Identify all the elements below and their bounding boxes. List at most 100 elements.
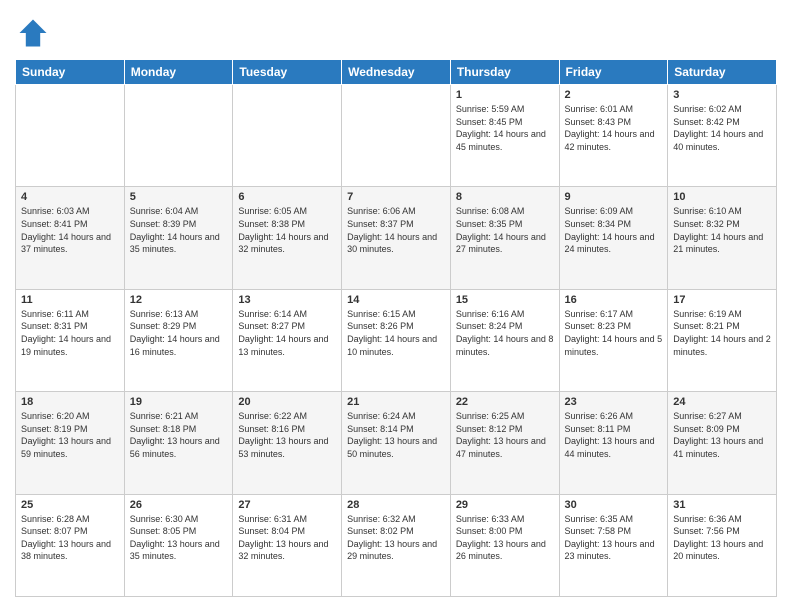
day-number: 17 (673, 294, 771, 306)
day-number: 15 (456, 294, 554, 306)
day-number: 2 (565, 89, 663, 101)
calendar-cell-19: 19Sunrise: 6:21 AM Sunset: 8:18 PM Dayli… (124, 392, 233, 494)
calendar-cell-13: 13Sunrise: 6:14 AM Sunset: 8:27 PM Dayli… (233, 289, 342, 391)
cell-content: Sunrise: 5:59 AM Sunset: 8:45 PM Dayligh… (456, 103, 554, 153)
calendar-cell-30: 30 Sunrise: 6:35 AM Sunset: 7:58 PM Dayli… (559, 494, 668, 596)
calendar-body: 1 Sunrise: 5:59 AM Sunset: 8:45 PM Daylig… (16, 85, 777, 597)
calendar-cell-10: 10 Sunrise: 6:10 AM Sunset: 8:32 PM Dayli… (668, 187, 777, 289)
day-number: 22 (456, 396, 554, 408)
calendar-cell-3: 3Sunrise: 6:02 AM Sunset: 8:42 PM Daylig… (668, 85, 777, 187)
header (15, 15, 777, 51)
calendar-cell-empty (233, 85, 342, 187)
day-number: 10 (673, 191, 771, 203)
cell-content: Sunrise: 6:28 AM Sunset: 8:07 PM Dayligh… (21, 513, 119, 563)
calendar-cell-26: 26 Sunrise: 6:30 AM Sunset: 8:05 PM Dayli… (124, 494, 233, 596)
calendar-cell-11: 11 Sunrise: 6:11 AM Sunset: 8:31 PM Dayli… (16, 289, 125, 391)
calendar-cell-empty (124, 85, 233, 187)
week-row-3: 18 Sunrise: 6:20 AM Sunset: 8:19 PM Dayli… (16, 392, 777, 494)
cell-content: Sunrise: 6:11 AM Sunset: 8:31 PM Dayligh… (21, 308, 119, 358)
calendar-cell-12: 12 Sunrise: 6:13 AM Sunset: 8:29 PM Dayli… (124, 289, 233, 391)
header-day-monday: Monday (124, 60, 233, 85)
calendar-cell-15: 15 Sunrise: 6:16 AM Sunset: 8:24 PM Dayli… (450, 289, 559, 391)
header-day-saturday: Saturday (668, 60, 777, 85)
calendar-cell-7: 7Sunrise: 6:06 AM Sunset: 8:37 PM Daylig… (342, 187, 451, 289)
cell-content: Sunrise: 6:31 AM Sunset: 8:04 PM Dayligh… (238, 513, 336, 563)
calendar-cell-21: 21 Sunrise: 6:24 AM Sunset: 8:14 PM Dayli… (342, 392, 451, 494)
calendar-cell-17: 17 Sunrise: 6:19 AM Sunset: 8:21 PM Dayli… (668, 289, 777, 391)
calendar-cell-22: 22Sunrise: 6:25 AM Sunset: 8:12 PM Dayli… (450, 392, 559, 494)
cell-content: Sunrise: 6:30 AM Sunset: 8:05 PM Dayligh… (130, 513, 228, 563)
day-number: 7 (347, 191, 445, 203)
calendar-cell-6: 6 Sunrise: 6:05 AM Sunset: 8:38 PM Daylig… (233, 187, 342, 289)
day-number: 26 (130, 499, 228, 511)
day-number: 5 (130, 191, 228, 203)
calendar-cell-empty (342, 85, 451, 187)
week-row-0: 1 Sunrise: 5:59 AM Sunset: 8:45 PM Daylig… (16, 85, 777, 187)
week-row-4: 25 Sunrise: 6:28 AM Sunset: 8:07 PM Dayli… (16, 494, 777, 596)
calendar-cell-29: 29 Sunrise: 6:33 AM Sunset: 8:00 PM Dayli… (450, 494, 559, 596)
day-number: 27 (238, 499, 336, 511)
week-row-2: 11 Sunrise: 6:11 AM Sunset: 8:31 PM Dayli… (16, 289, 777, 391)
day-number: 16 (565, 294, 663, 306)
day-number: 18 (21, 396, 119, 408)
day-number: 29 (456, 499, 554, 511)
day-number: 21 (347, 396, 445, 408)
day-number: 25 (21, 499, 119, 511)
calendar-header: SundayMondayTuesdayWednesdayThursdayFrid… (16, 60, 777, 85)
cell-content: Sunrise: 6:21 AM Sunset: 8:18 PM Dayligh… (130, 410, 228, 460)
calendar-cell-23: 23 Sunrise: 6:26 AM Sunset: 8:11 PM Dayli… (559, 392, 668, 494)
day-number: 23 (565, 396, 663, 408)
calendar-cell-5: 5 Sunrise: 6:04 AM Sunset: 8:39 PM Daylig… (124, 187, 233, 289)
calendar-cell-18: 18 Sunrise: 6:20 AM Sunset: 8:19 PM Dayli… (16, 392, 125, 494)
cell-content: Sunrise: 6:14 AM Sunset: 8:27 PM Dayligh… (238, 308, 336, 358)
cell-content: Sunrise: 6:04 AM Sunset: 8:39 PM Dayligh… (130, 205, 228, 255)
day-number: 6 (238, 191, 336, 203)
day-number: 4 (21, 191, 119, 203)
cell-content: Sunrise: 6:13 AM Sunset: 8:29 PM Dayligh… (130, 308, 228, 358)
day-number: 12 (130, 294, 228, 306)
day-number: 28 (347, 499, 445, 511)
cell-content: Sunrise: 6:10 AM Sunset: 8:32 PM Dayligh… (673, 205, 771, 255)
calendar-cell-14: 14Sunrise: 6:15 AM Sunset: 8:26 PM Dayli… (342, 289, 451, 391)
cell-content: Sunrise: 6:16 AM Sunset: 8:24 PM Dayligh… (456, 308, 554, 358)
header-row: SundayMondayTuesdayWednesdayThursdayFrid… (16, 60, 777, 85)
cell-content: Sunrise: 6:26 AM Sunset: 8:11 PM Dayligh… (565, 410, 663, 460)
cell-content: Sunrise: 6:33 AM Sunset: 8:00 PM Dayligh… (456, 513, 554, 563)
cell-content: Sunrise: 6:20 AM Sunset: 8:19 PM Dayligh… (21, 410, 119, 460)
day-number: 14 (347, 294, 445, 306)
calendar-cell-2: 2 Sunrise: 6:01 AM Sunset: 8:43 PM Daylig… (559, 85, 668, 187)
cell-content: Sunrise: 6:36 AM Sunset: 7:56 PM Dayligh… (673, 513, 771, 563)
cell-content: Sunrise: 6:08 AM Sunset: 8:35 PM Dayligh… (456, 205, 554, 255)
calendar-cell-9: 9Sunrise: 6:09 AM Sunset: 8:34 PM Daylig… (559, 187, 668, 289)
day-number: 11 (21, 294, 119, 306)
day-number: 9 (565, 191, 663, 203)
calendar-cell-27: 27 Sunrise: 6:31 AM Sunset: 8:04 PM Dayli… (233, 494, 342, 596)
page: SundayMondayTuesdayWednesdayThursdayFrid… (0, 0, 792, 612)
calendar-cell-1: 1 Sunrise: 5:59 AM Sunset: 8:45 PM Daylig… (450, 85, 559, 187)
cell-content: Sunrise: 6:27 AM Sunset: 8:09 PM Dayligh… (673, 410, 771, 460)
day-number: 20 (238, 396, 336, 408)
calendar-cell-4: 4 Sunrise: 6:03 AM Sunset: 8:41 PM Daylig… (16, 187, 125, 289)
calendar-cell-20: 20 Sunrise: 6:22 AM Sunset: 8:16 PM Dayli… (233, 392, 342, 494)
logo-icon (15, 15, 51, 51)
calendar-cell-16: 16Sunrise: 6:17 AM Sunset: 8:23 PM Dayli… (559, 289, 668, 391)
cell-content: Sunrise: 6:22 AM Sunset: 8:16 PM Dayligh… (238, 410, 336, 460)
day-number: 3 (673, 89, 771, 101)
logo (15, 15, 57, 51)
day-number: 8 (456, 191, 554, 203)
cell-content: Sunrise: 6:19 AM Sunset: 8:21 PM Dayligh… (673, 308, 771, 358)
calendar-cell-31: 31 Sunrise: 6:36 AM Sunset: 7:56 PM Dayli… (668, 494, 777, 596)
cell-content: Sunrise: 6:01 AM Sunset: 8:43 PM Dayligh… (565, 103, 663, 153)
cell-content: Sunrise: 6:32 AM Sunset: 8:02 PM Dayligh… (347, 513, 445, 563)
calendar-cell-empty (16, 85, 125, 187)
cell-content: Sunrise: 6:05 AM Sunset: 8:38 PM Dayligh… (238, 205, 336, 255)
day-number: 24 (673, 396, 771, 408)
cell-content: Sunrise: 6:03 AM Sunset: 8:41 PM Dayligh… (21, 205, 119, 255)
cell-content: Sunrise: 6:35 AM Sunset: 7:58 PM Dayligh… (565, 513, 663, 563)
day-number: 30 (565, 499, 663, 511)
calendar-cell-8: 8 Sunrise: 6:08 AM Sunset: 8:35 PM Daylig… (450, 187, 559, 289)
day-number: 31 (673, 499, 771, 511)
day-number: 1 (456, 89, 554, 101)
header-day-tuesday: Tuesday (233, 60, 342, 85)
cell-content: Sunrise: 6:24 AM Sunset: 8:14 PM Dayligh… (347, 410, 445, 460)
